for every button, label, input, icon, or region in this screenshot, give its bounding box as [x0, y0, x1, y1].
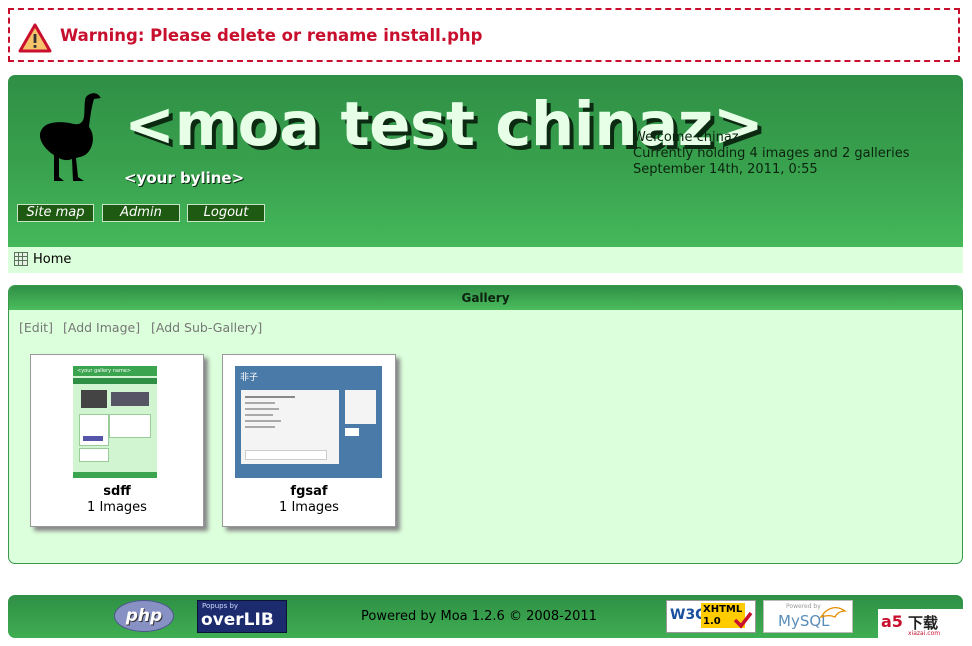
warning-icon — [18, 23, 52, 53]
gallery-thumbnail[interactable]: 非子 — [235, 366, 382, 478]
breadcrumb: Home — [8, 247, 963, 273]
thumbnail-caption: <your gallery name> — [77, 368, 132, 374]
site-header: <moa test chinaz> <your byline> Welcome … — [8, 75, 963, 247]
powered-by-text: Powered by Moa 1.2.6 © 2008-2011 — [361, 609, 597, 624]
user-info: Welcome chinaz Currently holding 4 image… — [633, 130, 910, 178]
thumbnail-caption: 非子 — [240, 373, 259, 383]
site-footer: php Popups by overLIB Powered by Moa 1.2… — [8, 595, 964, 639]
edit-link[interactable]: [Edit] — [19, 320, 53, 335]
gallery-count: 1 Images — [87, 500, 147, 515]
admin-button[interactable]: Admin — [102, 204, 180, 222]
site-map-button[interactable]: Site map — [17, 204, 94, 222]
welcome-text: Welcome chinaz — [633, 130, 739, 145]
holding-text: Currently holding 4 images and 2 galleri… — [633, 146, 910, 161]
emu-logo-icon — [39, 93, 101, 181]
php-badge[interactable]: php — [114, 600, 174, 632]
gallery-title: Gallery — [9, 286, 962, 310]
breadcrumb-home[interactable]: Home — [33, 252, 71, 267]
add-image-link[interactable]: [Add Image] — [63, 320, 140, 335]
w3c-xhtml-badge[interactable]: W3C XHTML 1.0 — [666, 600, 756, 633]
gallery-card-sdff[interactable]: <your gallery name> sdff 1 Images — [30, 354, 204, 527]
datetime-text: September 14th, 2011, 0:55 — [633, 162, 818, 177]
logout-button[interactable]: Logout — [187, 204, 265, 222]
dolphin-icon — [819, 606, 847, 619]
a5-logo[interactable]: a5 下载 xiazai.com — [878, 609, 964, 639]
gallery-panel: Gallery [Edit] [Add Image] [Add Sub-Gall… — [8, 285, 963, 564]
warning-banner: Warning: Please delete or rename install… — [8, 8, 960, 62]
mysql-badge[interactable]: Powered by MySQL — [763, 600, 853, 633]
gallery-card-fgsaf[interactable]: 非子 fgsaf 1 Images — [222, 354, 396, 527]
checkmark-icon — [733, 611, 753, 629]
gallery-name[interactable]: sdff — [31, 484, 203, 499]
overlib-badge[interactable]: Popups by overLIB — [197, 600, 287, 633]
grid-icon — [14, 252, 28, 266]
gallery-count: 1 Images — [279, 500, 339, 515]
gallery-thumbnail[interactable]: <your gallery name> — [73, 366, 157, 478]
gallery-name[interactable]: fgsaf — [223, 484, 395, 499]
add-sub-gallery-link[interactable]: [Add Sub-Gallery] — [151, 320, 262, 335]
warning-text: Warning: Please delete or rename install… — [60, 26, 483, 45]
site-byline: <your byline> — [124, 169, 245, 187]
